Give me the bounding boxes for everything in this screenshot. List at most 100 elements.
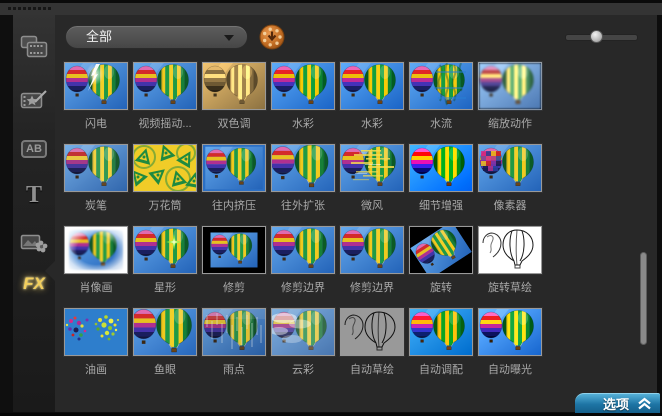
effect-label: 自动曝光 [488,364,532,376]
effect-label: 自动草绘 [350,364,394,376]
active-tab-pointer [45,261,55,281]
effect-thumbnail [339,143,405,193]
film-reel-download-icon [259,24,285,50]
effect-label: 水流 [430,118,452,130]
effect-label: 双色调 [217,118,251,130]
effect-label: 水彩 [361,118,383,130]
effect-item-portrait[interactable]: 肖像画 [63,225,129,308]
effect-label: 肖像画 [79,282,113,294]
effect-label: 鱼眼 [154,364,176,376]
effect-item-pixelator[interactable]: 像素器 [477,143,543,226]
effect-item-crop[interactable]: 修剪 [201,225,267,308]
effect-label: 修剪 [223,282,245,294]
effect-item-auto-tune[interactable]: 自动调配 [408,307,474,390]
effect-thumbnail [201,225,267,275]
effect-thumbnail [132,143,198,193]
sidebar-overlay-button[interactable]: AB [13,139,55,158]
effect-label: 旋转 [430,282,452,294]
effect-label: 旋转草绘 [488,282,532,294]
effect-thumbnail [408,225,474,275]
sidebar-title-button[interactable]: T [13,183,55,207]
effect-thumbnail [132,307,198,357]
effect-thumbnail [270,307,336,357]
effect-item-video-pan[interactable]: 视频摇动... [132,61,198,144]
scrollbar-thumb[interactable] [640,252,647,345]
effect-thumbnail [201,143,267,193]
effect-label: 云彩 [292,364,314,376]
effect-thumbnail [408,143,474,193]
overlay-ab-icon: AB [21,140,47,158]
effect-thumbnail [339,61,405,111]
fx-filter-icon: FX [23,274,45,293]
effect-item-auto-exposure[interactable]: 自动曝光 [477,307,543,390]
effect-label: 往内挤压 [212,200,256,212]
effect-label: 闪电 [85,118,107,130]
effect-item-zoom-motion[interactable]: 缩放动作 [477,61,543,144]
sidebar-media-button[interactable] [13,35,55,59]
effect-item-star[interactable]: 星形 [132,225,198,308]
effect-item-oil-paint[interactable]: 油画 [63,307,129,390]
sidebar-transition-button[interactable] [13,89,55,111]
transition-icon [20,90,47,109]
effect-thumbnail [132,225,198,275]
effect-thumbnail [339,225,405,275]
effect-label: 视频摇动... [138,118,192,130]
options-button[interactable]: 选项 [575,393,660,413]
effect-thumbnail [270,225,336,275]
effect-item-pinch[interactable]: 往内挤压 [201,143,267,226]
effect-item-crop-border-2[interactable]: 修剪边界 [339,225,405,308]
effect-thumbnail [477,61,543,111]
fx-library-panel: AB T FX 全部 闪电 视频摇动... 双色调 水彩 水彩 水流 缩放动作 … [0,0,662,416]
effect-thumbnail [63,61,129,111]
thumbnail-zoom-slider[interactable] [565,30,638,43]
effect-label: 缩放动作 [488,118,532,130]
effect-label: 细节增强 [419,200,463,212]
effects-grid: 闪电 视频摇动... 双色调 水彩 水彩 水流 缩放动作 炭笔 万花筒 往内挤压… [63,61,543,390]
effect-item-water-flow[interactable]: 水流 [408,61,474,144]
effect-thumbnail [63,225,129,275]
effect-item-rotate[interactable]: 旋转 [408,225,474,308]
effect-item-duotone[interactable]: 双色调 [201,61,267,144]
effect-item-crop-border[interactable]: 修剪边界 [270,225,336,308]
effect-item-auto-sketch[interactable]: 自动草绘 [339,307,405,390]
options-label: 选项 [602,397,629,412]
effect-label: 雨点 [223,364,245,376]
effect-item-breeze[interactable]: 微风 [339,143,405,226]
effect-label: 炭笔 [85,200,107,212]
effect-item-charcoal[interactable]: 炭笔 [63,143,129,226]
effect-item-lightning[interactable]: 闪电 [63,61,129,144]
effect-label: 修剪边界 [281,282,325,294]
effect-label: 星形 [154,282,176,294]
effect-item-kaleidoscope[interactable]: 万花筒 [132,143,198,226]
slider-thumb[interactable] [590,30,603,43]
effect-thumbnail [477,143,543,193]
sidebar-graphic-button[interactable] [13,232,55,254]
effect-item-rotate-sketch[interactable]: 旋转草绘 [477,225,543,308]
effect-item-detail-enhance[interactable]: 细节增强 [408,143,474,226]
effect-label: 水彩 [292,118,314,130]
effect-item-watercolor[interactable]: 水彩 [270,61,336,144]
effect-item-raindrop[interactable]: 雨点 [201,307,267,390]
effect-label: 油画 [85,364,107,376]
effects-gallery-panel: 全部 闪电 视频摇动... 双色调 水彩 水彩 水流 缩放动作 炭笔 万花筒 往… [55,15,657,412]
effect-thumbnail [132,61,198,111]
panel-title-bar [0,0,662,15]
chevron-down-icon [224,35,234,41]
effect-item-fisheye[interactable]: 鱼眼 [132,307,198,390]
effect-label: 自动调配 [419,364,463,376]
effect-label: 微风 [361,200,383,212]
effect-thumbnail [477,225,543,275]
double-chevron-up-icon [638,397,651,410]
gallery-filter-dropdown[interactable]: 全部 [65,25,248,49]
effect-thumbnail [477,307,543,357]
library-sidebar: AB T FX [0,15,55,412]
download-effects-button[interactable] [259,24,285,50]
effect-item-watercolor-2[interactable]: 水彩 [339,61,405,144]
effect-label: 往外扩张 [281,200,325,212]
effect-item-cloud[interactable]: 云彩 [270,307,336,390]
effect-thumbnail [63,143,129,193]
effect-label: 修剪边界 [350,282,394,294]
dropdown-value: 全部 [86,29,113,44]
effect-thumbnail [408,307,474,357]
effect-item-punch[interactable]: 往外扩张 [270,143,336,226]
